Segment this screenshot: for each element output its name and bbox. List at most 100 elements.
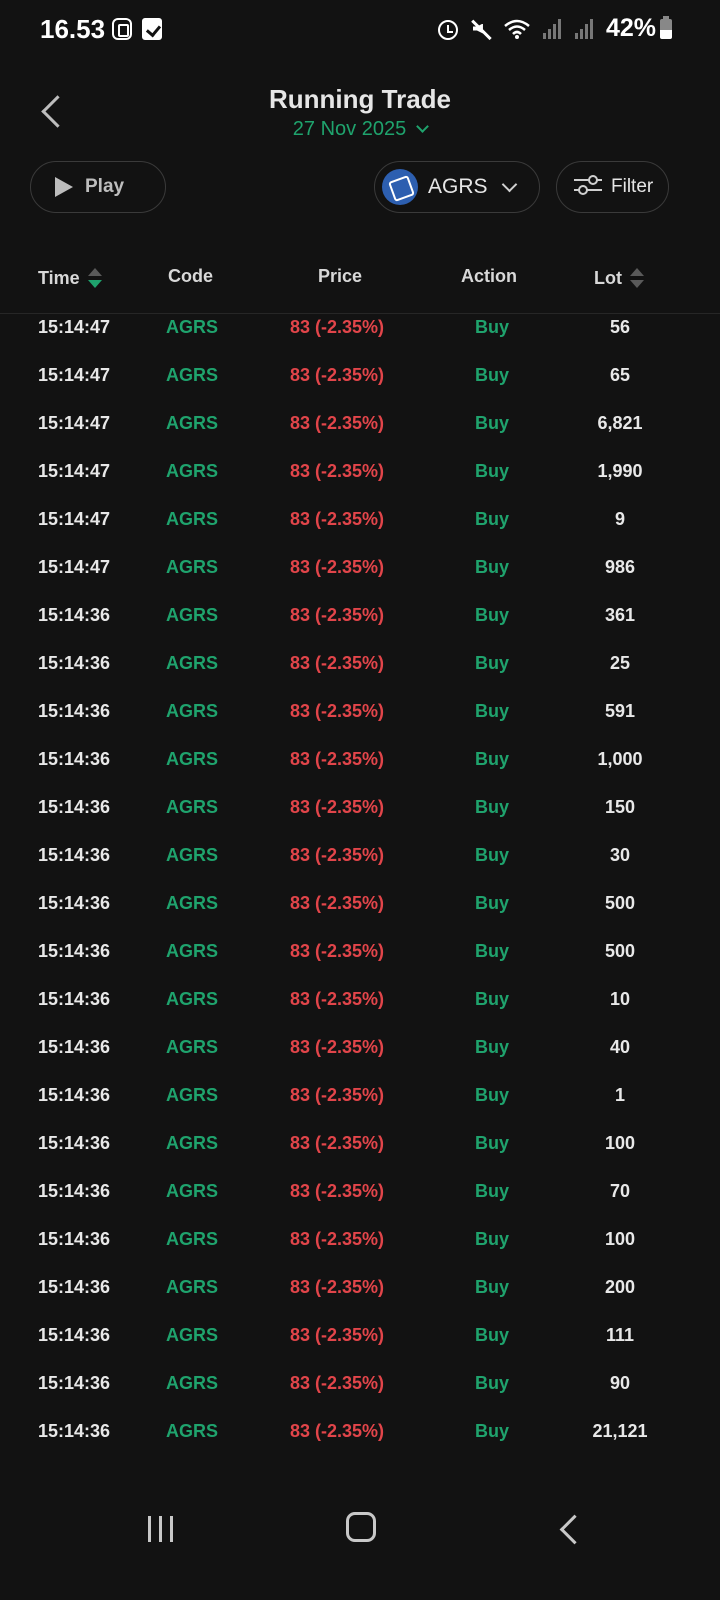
trade-price: 83 (-2.35%)	[290, 845, 385, 865]
table-row[interactable]: 15:14:47 AGRS 83 (-2.35%) Buy 6,821	[0, 411, 720, 459]
status-time: 16.53	[40, 14, 106, 44]
chevron-down-icon	[501, 176, 517, 192]
table-row[interactable]: 15:14:36 AGRS 83 (-2.35%) Buy 10	[0, 987, 720, 1035]
trade-action: Buy	[475, 1325, 510, 1345]
trade-time: 15:14:47	[38, 413, 111, 433]
column-header-lot[interactable]: Lot	[594, 266, 644, 290]
trade-price: 83 (-2.35%)	[290, 1181, 385, 1201]
table-row[interactable]: 15:14:36 AGRS 83 (-2.35%) Buy 361	[0, 603, 720, 651]
table-row[interactable]: 15:14:36 AGRS 83 (-2.35%) Buy 21,121	[0, 1419, 720, 1467]
trade-action: Buy	[475, 941, 510, 961]
table-row[interactable]: 15:14:47 AGRS 83 (-2.35%) Buy 65	[0, 363, 720, 411]
home-icon[interactable]	[346, 1512, 376, 1542]
trade-price: 83 (-2.35%)	[290, 317, 385, 337]
table-row[interactable]: 15:14:36 AGRS 83 (-2.35%) Buy 111	[0, 1323, 720, 1371]
trade-code: AGRS	[166, 653, 219, 673]
table-row[interactable]: 15:14:36 AGRS 83 (-2.35%) Buy 150	[0, 795, 720, 843]
running-trade-screen: 16.53 42% Running Trade 27 Nov 2025 Play…	[0, 0, 720, 1600]
trade-lot: 111	[605, 1325, 635, 1345]
table-row[interactable]: 15:14:36 AGRS 83 (-2.35%) Buy 1,000	[0, 747, 720, 795]
trade-action: Buy	[475, 1037, 510, 1057]
alarm-icon	[437, 19, 458, 40]
table-row[interactable]: 15:14:36 AGRS 83 (-2.35%) Buy 200	[0, 1275, 720, 1323]
trade-action: Buy	[475, 461, 510, 481]
filter-button[interactable]: Filter	[556, 161, 669, 213]
trade-time: 15:14:36	[38, 1037, 111, 1057]
trade-lot: 1,990	[597, 461, 643, 481]
trade-time: 15:14:36	[38, 1085, 111, 1105]
trade-code: AGRS	[166, 1229, 219, 1249]
table-row[interactable]: 15:14:36 AGRS 83 (-2.35%) Buy 100	[0, 1227, 720, 1275]
trade-action: Buy	[475, 1085, 510, 1105]
trade-time: 15:14:36	[38, 989, 111, 1009]
table-row[interactable]: 15:14:36 AGRS 83 (-2.35%) Buy 591	[0, 699, 720, 747]
trade-list[interactable]: 15:14:47 AGRS 83 (-2.35%) Buy 56 15:14:47 AGRS…	[0, 315, 720, 1475]
trade-action: Buy	[475, 605, 510, 625]
status-right-icons: 42%	[437, 14, 672, 43]
trade-price: 83 (-2.35%)	[290, 653, 385, 673]
trade-lot: 70	[609, 1181, 631, 1201]
trade-code: AGRS	[166, 509, 219, 529]
table-row[interactable]: 15:14:36 AGRS 83 (-2.35%) Buy 40	[0, 1035, 720, 1083]
signal-icon	[542, 18, 562, 40]
column-header-price: Price	[318, 266, 362, 287]
trade-time: 15:14:36	[38, 605, 111, 625]
table-row[interactable]: 15:14:47 AGRS 83 (-2.35%) Buy 1,990	[0, 459, 720, 507]
trade-time: 15:14:36	[38, 749, 111, 769]
column-header-action: Action	[461, 266, 517, 287]
trade-code: AGRS	[166, 1037, 219, 1057]
trade-action: Buy	[475, 557, 510, 577]
table-row[interactable]: 15:14:36 AGRS 83 (-2.35%) Buy 70	[0, 1179, 720, 1227]
column-header-lot-label: Lot	[594, 267, 622, 288]
trade-action: Buy	[475, 1229, 510, 1249]
trade-time: 15:14:36	[38, 1373, 111, 1393]
column-header-code-label: Code	[168, 266, 213, 286]
table-row[interactable]: 15:14:47 AGRS 83 (-2.35%) Buy 986	[0, 555, 720, 603]
table-row[interactable]: 15:14:36 AGRS 83 (-2.35%) Buy 30	[0, 843, 720, 891]
page-header: Running Trade 27 Nov 2025	[0, 70, 720, 150]
trade-time: 15:14:47	[38, 461, 111, 481]
recents-icon[interactable]	[146, 1514, 176, 1544]
table-row[interactable]: 15:14:36 AGRS 83 (-2.35%) Buy 100	[0, 1131, 720, 1179]
table-row[interactable]: 15:14:47 AGRS 83 (-2.35%) Buy 9	[0, 507, 720, 555]
trade-price: 83 (-2.35%)	[290, 605, 385, 625]
back-icon[interactable]	[556, 1514, 586, 1546]
trade-time: 15:14:36	[38, 1229, 111, 1249]
trade-price: 83 (-2.35%)	[290, 1421, 385, 1441]
trade-action: Buy	[475, 701, 510, 721]
trade-action: Buy	[475, 317, 510, 337]
trade-lot: 500	[604, 941, 636, 961]
table-row[interactable]: 15:14:36 AGRS 83 (-2.35%) Buy 500	[0, 891, 720, 939]
battery-icon	[660, 15, 672, 39]
trade-lot: 100	[604, 1229, 636, 1249]
play-icon	[55, 177, 73, 197]
trade-time: 15:14:36	[38, 1421, 111, 1441]
trade-action: Buy	[475, 797, 510, 817]
trade-time: 15:14:47	[38, 509, 111, 529]
trade-price: 83 (-2.35%)	[290, 989, 385, 1009]
table-row[interactable]: 15:14:36 AGRS 83 (-2.35%) Buy 1	[0, 1083, 720, 1131]
trade-price: 83 (-2.35%)	[290, 509, 385, 529]
trade-code: AGRS	[166, 845, 219, 865]
trade-action: Buy	[475, 749, 510, 769]
trade-price: 83 (-2.35%)	[290, 1229, 385, 1249]
table-row[interactable]: 15:14:47 AGRS 83 (-2.35%) Buy 56	[0, 315, 720, 363]
trade-lot: 21,121	[592, 1421, 648, 1441]
play-button[interactable]: Play	[30, 161, 166, 213]
stock-selector[interactable]: AGRS	[374, 161, 540, 213]
play-label: Play	[85, 176, 125, 197]
trade-time: 15:14:36	[38, 1277, 111, 1297]
table-row[interactable]: 15:14:36 AGRS 83 (-2.35%) Buy 90	[0, 1371, 720, 1419]
trade-price: 83 (-2.35%)	[290, 941, 385, 961]
trade-code: AGRS	[166, 1085, 219, 1105]
trade-price: 83 (-2.35%)	[290, 893, 385, 913]
trade-code: AGRS	[166, 461, 219, 481]
chevron-down-icon	[416, 120, 430, 133]
trade-price: 83 (-2.35%)	[290, 1325, 385, 1345]
column-header-time[interactable]: Time	[38, 266, 102, 290]
table-row[interactable]: 15:14:36 AGRS 83 (-2.35%) Buy 500	[0, 939, 720, 987]
date-picker[interactable]: 27 Nov 2025	[0, 118, 720, 141]
trade-action: Buy	[475, 1421, 510, 1441]
trade-action: Buy	[475, 1133, 510, 1153]
table-row[interactable]: 15:14:36 AGRS 83 (-2.35%) Buy 25	[0, 651, 720, 699]
